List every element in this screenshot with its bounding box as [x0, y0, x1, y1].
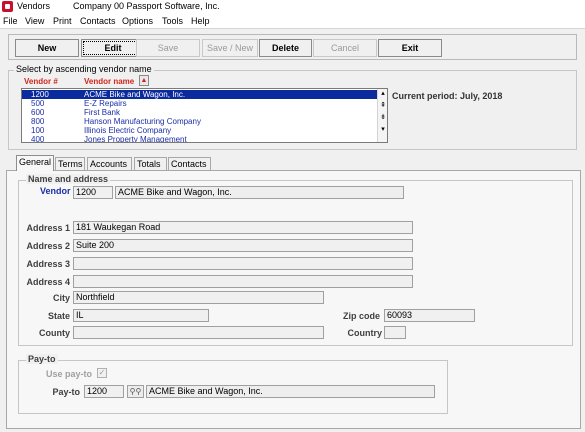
vendor-select-label: Select by ascending vendor name — [14, 64, 154, 74]
scroll-page-up-icon[interactable]: ⇞ — [378, 102, 387, 110]
country-label: Country — [347, 328, 383, 338]
list-item[interactable]: 1200 ACME Bike and Wagon, Inc. — [22, 90, 377, 99]
menu-bar: File View Print Contacts Options Tools H… — [0, 14, 585, 29]
tab-accounts[interactable]: Accounts — [87, 157, 132, 170]
address4-label: Address 4 — [26, 277, 70, 287]
state-label: State — [47, 311, 70, 321]
use-payto-checkbox[interactable]: ✓ — [97, 368, 107, 378]
county-label: County — [39, 328, 70, 338]
payto-group-label: Pay-to — [26, 354, 58, 364]
county-field[interactable] — [73, 326, 324, 339]
list-scrollbar[interactable]: ▴ ⇞ ⇟ ▾ — [377, 89, 387, 142]
address3-label: Address 3 — [26, 259, 70, 269]
title-bar: Vendors Company 00 Passport Software, In… — [0, 0, 585, 14]
list-item[interactable]: 800 Hanson Manufacturing Company — [22, 117, 377, 126]
address1-label: Address 1 — [26, 223, 70, 233]
scroll-down-icon[interactable]: ▾ — [378, 126, 387, 134]
col-vendor-number[interactable]: Vendor # — [24, 77, 58, 86]
list-item[interactable]: 600 First Bank — [22, 108, 377, 117]
state-field[interactable]: IL — [73, 309, 209, 322]
city-field[interactable]: Northfield — [73, 291, 324, 304]
payto-label: Pay-to — [52, 387, 80, 397]
company-name: Company 00 Passport Software, Inc. — [73, 1, 220, 11]
tab-terms[interactable]: Terms — [55, 157, 85, 170]
current-period: Current period: July, 2018 — [392, 91, 503, 101]
window-title: Vendors — [17, 1, 51, 11]
scroll-page-down-icon[interactable]: ⇟ — [378, 114, 387, 122]
menu-view[interactable]: View — [25, 16, 44, 26]
cancel-button[interactable]: Cancel — [313, 39, 377, 57]
list-item[interactable]: 100 Illinois Electric Company — [22, 126, 377, 135]
scroll-up-icon[interactable]: ▴ — [378, 90, 387, 98]
address1-field[interactable]: 181 Waukegan Road — [73, 221, 413, 234]
payto-number-field[interactable]: 1200 — [84, 385, 124, 398]
menu-file[interactable]: File — [3, 16, 18, 26]
menu-help[interactable]: Help — [191, 16, 210, 26]
menu-tools[interactable]: Tools — [162, 16, 183, 26]
payto-name-display: ACME Bike and Wagon, Inc. — [146, 385, 435, 398]
address2-label: Address 2 — [26, 241, 70, 251]
save-new-button[interactable]: Save / New — [202, 39, 258, 57]
vendor-list[interactable]: 1200 ACME Bike and Wagon, Inc. 500 E-Z Rep… — [21, 88, 388, 143]
list-item[interactable]: 400 Jones Property Management — [22, 135, 377, 142]
address3-field[interactable] — [73, 257, 413, 270]
zip-field[interactable]: 60093 — [384, 309, 475, 322]
menu-contacts[interactable]: Contacts — [80, 16, 116, 26]
city-label: City — [52, 293, 70, 303]
tab-totals[interactable]: Totals — [134, 157, 167, 170]
sort-ascending-icon[interactable]: ▲ — [139, 75, 149, 86]
tab-general[interactable]: General — [16, 155, 54, 171]
delete-button[interactable]: Delete — [259, 39, 312, 57]
toolbar: New Edit Save Save / New Delete Cancel E… — [8, 34, 577, 60]
vendor-label: Vendor — [40, 186, 71, 196]
menu-print[interactable]: Print — [53, 16, 72, 26]
save-button[interactable]: Save — [136, 39, 200, 57]
list-item[interactable]: 500 E-Z Repairs — [22, 99, 377, 108]
zip-label: Zip code — [342, 311, 380, 321]
address2-field[interactable]: Suite 200 — [73, 239, 413, 252]
exit-button[interactable]: Exit — [378, 39, 442, 57]
col-vendor-name[interactable]: Vendor name — [84, 77, 134, 86]
new-button[interactable]: New — [15, 39, 79, 57]
binoculars-icon[interactable]: ⚲⚲ — [127, 385, 144, 398]
menu-options[interactable]: Options — [122, 16, 153, 26]
use-payto-label: Use pay-to — [46, 369, 93, 379]
address4-field[interactable] — [73, 275, 413, 288]
country-field[interactable] — [384, 326, 406, 339]
app-icon — [2, 1, 13, 12]
vendor-name-display: ACME Bike and Wagon, Inc. — [115, 186, 404, 199]
name-address-label: Name and address — [26, 174, 111, 184]
vendor-number-field[interactable]: 1200 — [73, 186, 113, 199]
tab-contacts[interactable]: Contacts — [168, 157, 211, 170]
